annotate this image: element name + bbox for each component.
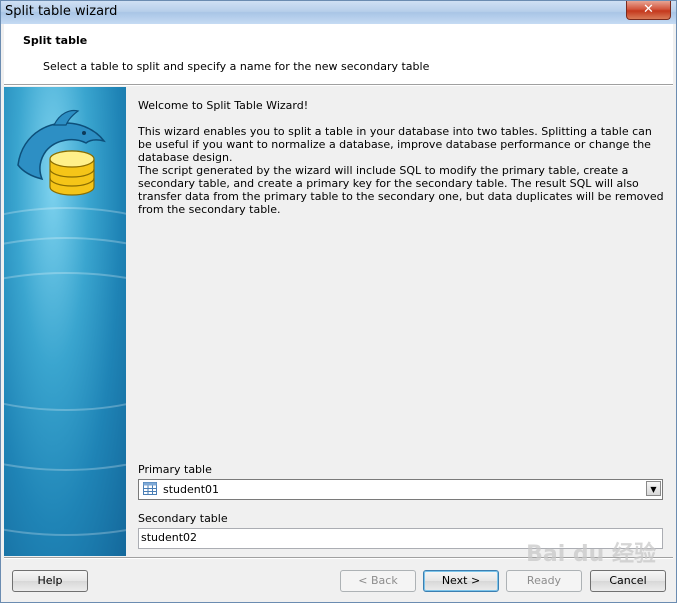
banner-wave — [4, 272, 126, 536]
window-title: Split table wizard — [5, 4, 118, 19]
cancel-button-label: Cancel — [609, 574, 647, 587]
wizard-content: Welcome to Split Table Wizard! This wiza… — [127, 87, 673, 556]
wizard-window: Split table wizard ✕ Split table Select … — [0, 0, 677, 603]
close-icon: ✕ — [643, 2, 654, 17]
primary-table-label: Primary table — [138, 463, 212, 476]
page-subtitle: Select a table to split and specify a na… — [43, 60, 430, 73]
page-title: Split table — [23, 34, 88, 47]
back-button[interactable]: < Back — [340, 570, 416, 592]
next-button[interactable]: Next > — [423, 570, 499, 592]
wizard-header: Split table Select a table to split and … — [4, 24, 673, 85]
next-button-label: Next > — [441, 574, 481, 587]
cancel-button[interactable]: Cancel — [590, 570, 666, 592]
watermark: Bai du 经验 — [526, 542, 656, 567]
back-button-label: < Back — [358, 574, 398, 587]
help-button[interactable]: Help — [12, 570, 88, 592]
header-divider — [4, 85, 673, 86]
ready-button-label: Ready — [526, 574, 562, 587]
title-bar: Split table wizard ✕ — [1, 1, 676, 24]
close-button[interactable]: ✕ — [626, 1, 671, 20]
dolphin-database-icon — [17, 109, 106, 196]
intro-text: This wizard enables you to split a table… — [138, 125, 652, 164]
ready-button[interactable]: Ready — [506, 570, 582, 592]
welcome-text: Welcome to Split Table Wizard! — [138, 99, 309, 112]
chevron-down-icon: ▼ — [650, 485, 657, 494]
primary-table-value: student01 — [163, 483, 220, 496]
secondary-table-label: Secondary table — [138, 512, 228, 525]
dropdown-button[interactable]: ▼ — [646, 481, 661, 496]
details-text: The script generated by the wizard will … — [138, 164, 664, 216]
primary-table-select[interactable]: student01 ▼ — [138, 479, 663, 500]
help-button-label: Help — [37, 574, 63, 587]
table-icon — [143, 482, 157, 495]
side-banner — [4, 87, 126, 556]
